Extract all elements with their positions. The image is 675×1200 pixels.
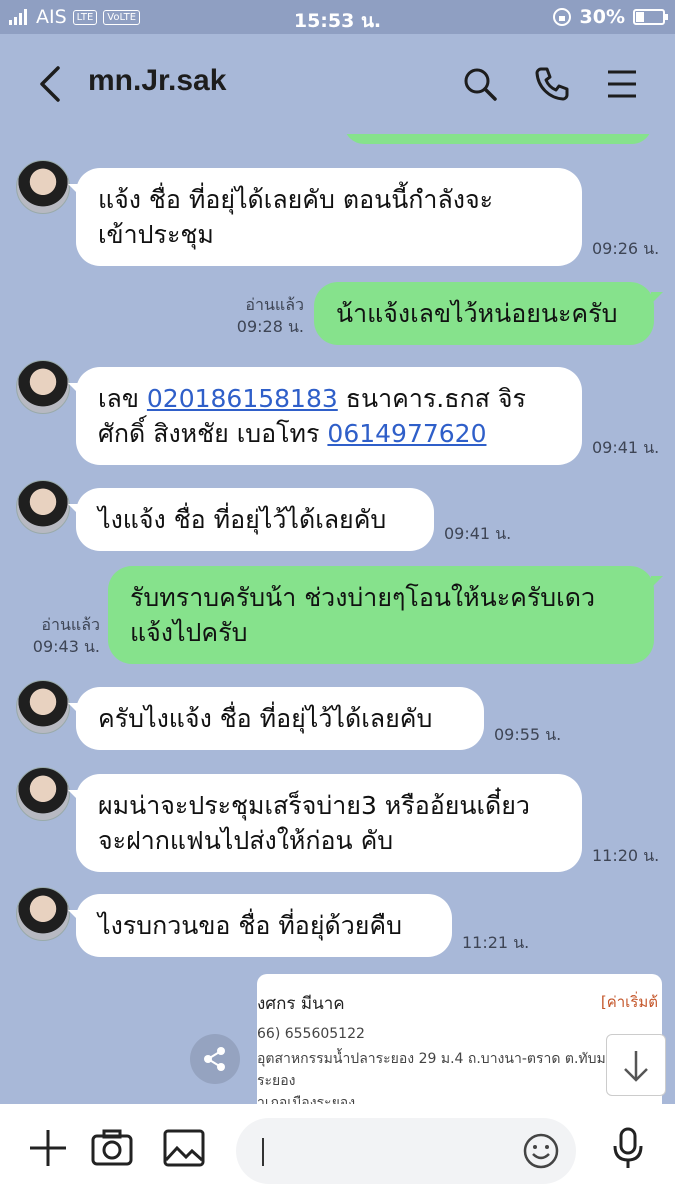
message-input[interactable] bbox=[236, 1118, 576, 1184]
message-bubble[interactable]: ครับไงแจ้ง ชื่อ ที่อยุ่ไว้ได้เลยคับ bbox=[68, 687, 484, 750]
battery-percent: 30% bbox=[579, 6, 625, 28]
chat-title: mn.Jr.sak bbox=[88, 64, 227, 97]
lock-rotation-icon bbox=[552, 8, 571, 26]
message-time: 11:20 น. bbox=[592, 846, 660, 865]
card-name: งศกร มีนาค bbox=[257, 994, 345, 1014]
message-bubble-partial[interactable] bbox=[344, 134, 652, 144]
avatar[interactable] bbox=[16, 887, 70, 941]
share-button[interactable] bbox=[190, 1034, 240, 1084]
status-right: 30% bbox=[552, 6, 668, 28]
menu-icon[interactable] bbox=[602, 64, 642, 104]
image-icon[interactable] bbox=[162, 1126, 206, 1170]
message-time: 09:55 น. bbox=[494, 725, 562, 744]
scroll-down-button[interactable] bbox=[606, 1034, 666, 1096]
avatar[interactable] bbox=[16, 680, 70, 734]
message-time: 09:41 น. bbox=[592, 438, 660, 457]
message-bubble[interactable]: ไงแจ้ง ชื่อ ที่อยุ่ไว้ได้เลยคับ bbox=[68, 488, 434, 551]
battery-icon bbox=[633, 9, 668, 25]
back-arrow-icon[interactable] bbox=[34, 64, 70, 104]
arrow-down-icon bbox=[624, 1051, 648, 1082]
text-caret bbox=[262, 1138, 264, 1166]
microphone-icon[interactable] bbox=[606, 1126, 650, 1170]
share-icon bbox=[204, 1047, 225, 1071]
camera-icon[interactable] bbox=[90, 1126, 134, 1170]
message-bubble[interactable]: เลข 020186158183 ธนาคาร.ธกส จิร ศักดิ์ ส… bbox=[68, 367, 582, 465]
card-phone: 66) 655605122 bbox=[257, 1026, 365, 1042]
message-bubble[interactable]: รับทราบครับน้า ช่วงบ่ายๆโอนให้นะครับเดว … bbox=[108, 566, 663, 664]
avatar[interactable] bbox=[16, 480, 70, 534]
message-time: 09:43 น. bbox=[32, 637, 100, 656]
message-bubble[interactable]: ผมน่าจะประชุมเสร็จบ่าย3 หรืออ้ยนเดี๋ยว จ… bbox=[68, 774, 582, 872]
card-address-line: อุตสาหกรรมน้ำปลาระยอง 29 ม.4 ถ.บางนา-ตรา… bbox=[257, 1051, 654, 1067]
avatar[interactable] bbox=[16, 360, 70, 414]
read-receipt: อ่านแล้ว 09:43 น. bbox=[0, 614, 100, 658]
read-label: อ่านแล้ว bbox=[41, 615, 100, 634]
shared-address-image[interactable]: งศกร มีนาค [ค่าเริ่มต้ 66) 655605122 อุต… bbox=[257, 974, 662, 1104]
message-bubble[interactable]: ไงรบกวนขอ ชื่อ ที่อยุ่ด้วยคืบ bbox=[68, 894, 452, 957]
emoji-icon[interactable] bbox=[522, 1132, 560, 1170]
card-tag: [ค่าเริ่มต้ bbox=[600, 993, 658, 1011]
avatar[interactable] bbox=[16, 160, 70, 214]
chat-area[interactable]: แจ้ง ชื่อ ที่อยุ่ได้เลยคับ ตอนนี้กำลังจะ… bbox=[0, 134, 675, 1104]
phone-icon[interactable] bbox=[532, 64, 572, 104]
message-time: 09:41 น. bbox=[444, 524, 512, 543]
read-receipt: อ่านแล้ว 09:28 น. bbox=[200, 294, 304, 338]
message-time: 09:26 น. bbox=[592, 239, 660, 258]
message-time: 11:21 น. bbox=[462, 933, 530, 952]
avatar[interactable] bbox=[16, 767, 70, 821]
status-bar: AIS LTE VoLTE 15:53 น. 30% bbox=[0, 0, 675, 34]
input-bar bbox=[0, 1104, 675, 1200]
search-icon[interactable] bbox=[460, 64, 500, 104]
plus-icon[interactable] bbox=[26, 1126, 70, 1170]
card-address-line: าเภอเมืองระยอง bbox=[257, 1095, 356, 1104]
card-address-line: ระยอง bbox=[257, 1073, 296, 1089]
phone-number-link[interactable]: 0614977620 bbox=[327, 419, 486, 448]
account-number-link[interactable]: 020186158183 bbox=[147, 384, 338, 413]
message-bubble[interactable]: น้าแจ้งเลขไว้หน่อยนะครับ bbox=[314, 282, 663, 345]
message-time: 09:28 น. bbox=[236, 317, 304, 336]
message-bubble[interactable]: แจ้ง ชื่อ ที่อยุ่ได้เลยคับ ตอนนี้กำลังจะ… bbox=[68, 168, 582, 266]
message-text: เลข bbox=[98, 384, 147, 413]
read-label: อ่านแล้ว bbox=[245, 295, 304, 314]
chat-header: mn.Jr.sak bbox=[0, 34, 675, 134]
